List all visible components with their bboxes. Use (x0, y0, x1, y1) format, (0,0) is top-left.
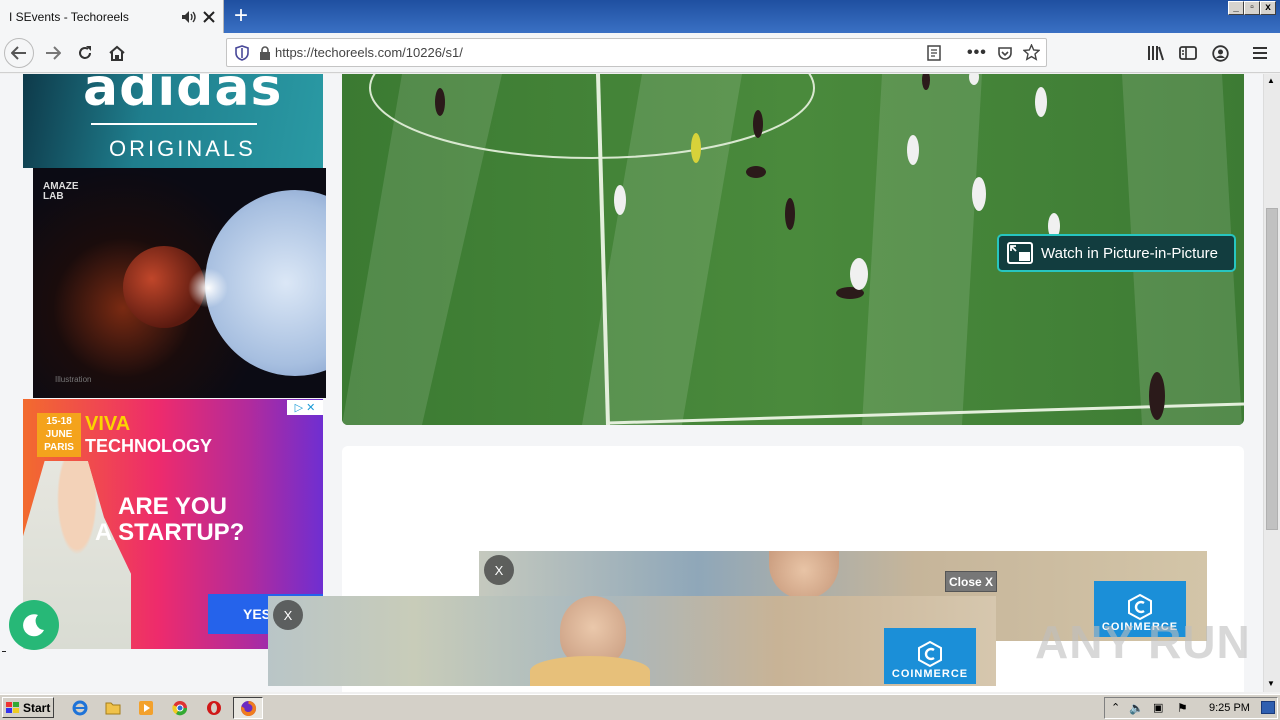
browser-tab[interactable]: I SEvents - Techoreels (0, 0, 224, 33)
start-label: Start (23, 700, 51, 715)
show-desktop-icon[interactable] (1261, 701, 1275, 714)
dark-mode-toggle[interactable] (9, 600, 59, 650)
address-bar[interactable]: https://techoreels.com/10226/s1/ ••• (226, 38, 1047, 67)
home-icon (109, 45, 125, 61)
light-flare (188, 268, 228, 308)
reload-icon (79, 46, 91, 59)
account-button[interactable] (1205, 39, 1235, 67)
tab-strip: I SEvents - Techoreels + _ ▫ x (0, 0, 1280, 33)
url-text[interactable]: https://techoreels.com/10226/s1/ (275, 45, 463, 60)
headline-line2: A STARTUP? (95, 519, 245, 546)
viva-logo: VIVA (85, 413, 131, 435)
library-icon (1148, 46, 1164, 61)
amaze-lab-logo: AMAZE LAB (43, 181, 79, 202)
home-button[interactable] (102, 39, 132, 67)
tracking-protection-icon[interactable] (235, 44, 249, 61)
action-center-flag-icon[interactable]: ⚑ (1177, 701, 1188, 715)
coinmerce-brand-bottom: COINMERCE (891, 668, 969, 680)
city-label: PARIS (44, 442, 74, 453)
minimize-button[interactable]: _ (1228, 1, 1244, 15)
amaze-lab-ad[interactable]: AMAZE LAB Illustration (33, 168, 326, 398)
close-tab-icon[interactable] (201, 9, 217, 25)
network-icon[interactable]: ▣ (1153, 701, 1163, 714)
picture-in-picture-icon (1007, 242, 1033, 264)
amaze-caption: Illustration (55, 375, 92, 384)
forward-arrow-icon (46, 46, 61, 60)
sidebar-icon (1179, 46, 1197, 60)
page-dash (2, 651, 6, 652)
new-tab-button[interactable]: + (228, 4, 254, 30)
restore-button[interactable]: ▫ (1244, 1, 1260, 15)
video-player[interactable]: Watch in Picture-in-Picture (342, 74, 1244, 425)
vertical-scrollbar[interactable]: ▲ ▼ (1263, 74, 1280, 692)
forward-button[interactable] (38, 39, 68, 67)
close-window-button[interactable]: x (1260, 1, 1276, 15)
speaker-icon[interactable] (181, 9, 197, 25)
pocket-icon[interactable] (997, 45, 1013, 61)
tab-title: I SEvents - Techoreels (9, 9, 129, 24)
anyrun-watermark: ANY RUN (1035, 616, 1251, 668)
reader-view-icon[interactable] (927, 45, 941, 61)
adidas-tagline: ORIGINALS (109, 136, 256, 161)
close-ad-text-button[interactable]: Close X (945, 571, 997, 592)
start-button[interactable]: Start (2, 697, 54, 718)
woman-face-photo (769, 551, 839, 599)
windows-taskbar: Start ⌃ 🔈 ▣ ⚑ 9:25 PM (0, 694, 1280, 720)
system-tray: ⌃ 🔈 ▣ ⚑ 9:25 PM (1104, 697, 1278, 719)
coinmerce-logo-bottom: COINMERCE (884, 628, 976, 684)
explorer-folder-icon[interactable] (103, 698, 123, 718)
picture-in-picture-button[interactable]: Watch in Picture-in-Picture (997, 234, 1236, 272)
library-button[interactable] (1141, 39, 1171, 67)
pip-label: Watch in Picture-in-Picture (1041, 244, 1218, 262)
date-line1: 15-18 (46, 416, 72, 427)
coinmerce-banner-bottom[interactable]: COINMERCE X (268, 596, 996, 686)
close-ad-button-bottom[interactable]: X (273, 600, 303, 630)
close-ad-button-top[interactable]: X (484, 555, 514, 585)
volume-icon[interactable]: 🔈 (1129, 701, 1144, 715)
coinmerce-c-icon (918, 640, 942, 668)
firefox-icon (241, 700, 257, 716)
scrollbar-thumb[interactable] (1266, 208, 1278, 530)
firefox-taskbar-button[interactable] (233, 697, 263, 719)
media-player-icon[interactable] (136, 698, 156, 718)
bookmark-star-icon[interactable] (1023, 44, 1040, 61)
adidas-ad[interactable]: adidas ORIGINALS (23, 74, 323, 168)
adidas-logo-text: adidas (83, 74, 283, 118)
menu-button[interactable] (1245, 39, 1275, 67)
ie-icon[interactable] (70, 698, 90, 718)
windows-logo-icon (6, 701, 19, 713)
page-viewport: Watch in Picture-in-Picture adidas ORIGI… (0, 74, 1263, 692)
event-date-badge: 15-18 JUNE PARIS (37, 413, 81, 457)
headline-line1: ARE YOU (118, 493, 227, 520)
moon-icon (23, 614, 44, 637)
account-icon (1211, 44, 1229, 62)
lock-icon[interactable] (259, 45, 271, 60)
back-button[interactable] (4, 38, 34, 68)
taskbar-clock[interactable]: 9:25 PM (1209, 702, 1250, 714)
viva-technology-label: TECHNOLOGY (85, 436, 213, 456)
drink-glass (530, 656, 650, 686)
chrome-icon[interactable] (170, 698, 190, 718)
opera-icon[interactable] (204, 698, 224, 718)
reload-button[interactable] (70, 39, 100, 67)
date-line2: JUNE (45, 429, 73, 440)
adchoices-icon[interactable]: ▷ ✕ (287, 400, 323, 415)
back-arrow-icon (11, 46, 26, 60)
sidebar-button[interactable] (1173, 39, 1203, 67)
scroll-up-icon[interactable]: ▲ (1267, 76, 1275, 85)
navigation-toolbar: https://techoreels.com/10226/s1/ ••• (0, 33, 1280, 73)
show-hidden-icons-icon[interactable]: ⌃ (1111, 701, 1120, 714)
scroll-down-icon[interactable]: ▼ (1267, 679, 1275, 688)
hamburger-menu-icon (1253, 47, 1267, 59)
page-actions-icon[interactable]: ••• (967, 44, 987, 62)
adidas-divider (91, 123, 257, 125)
